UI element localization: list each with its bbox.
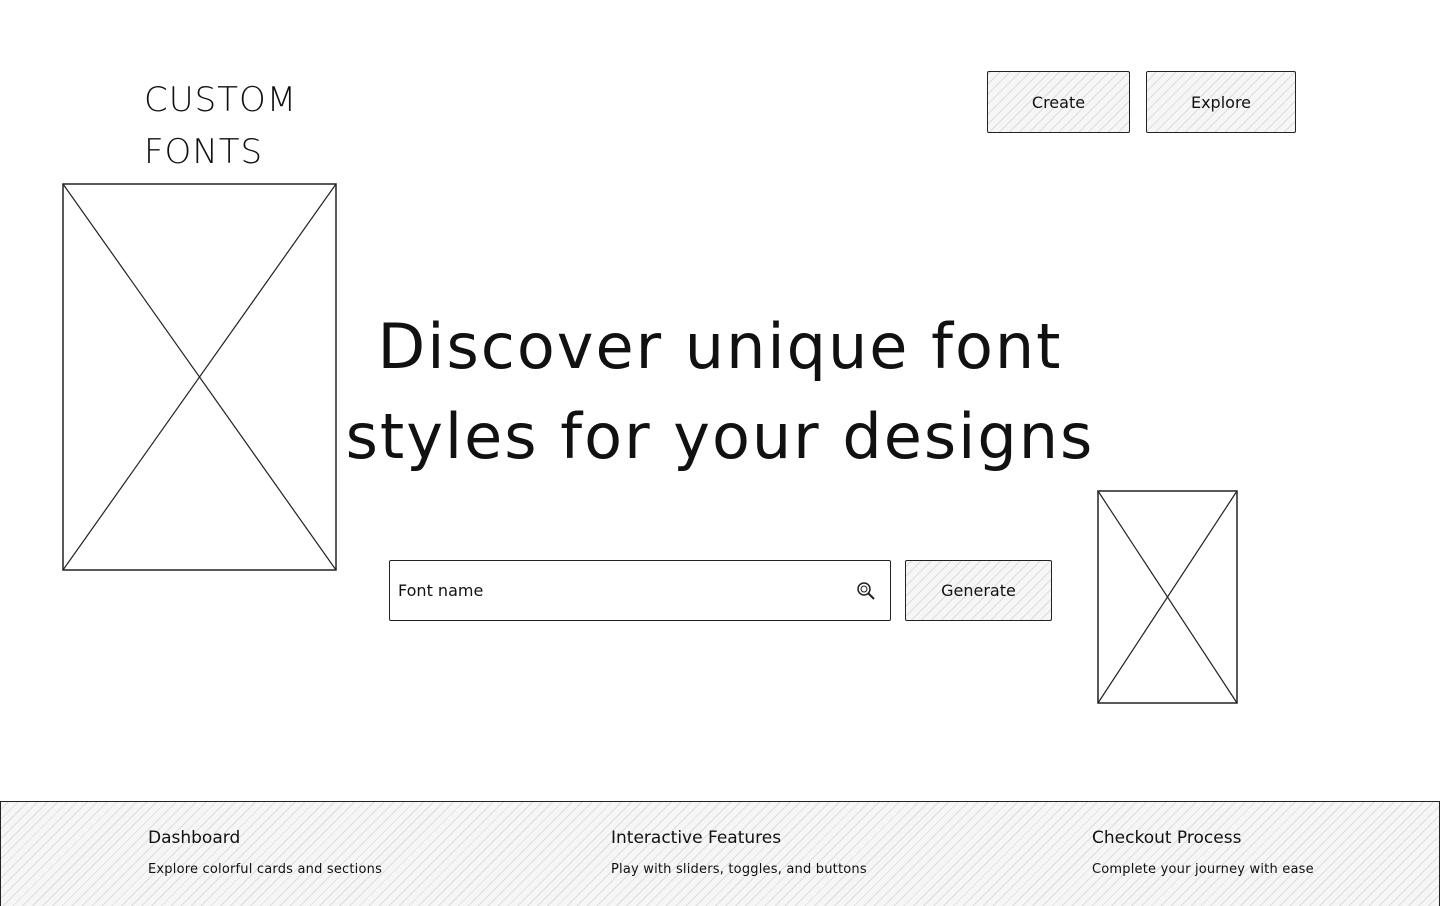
footer: Dashboard Explore colorful cards and sec… [0,801,1440,906]
explore-button[interactable]: Explore [1146,71,1296,133]
hero-heading: Discover unique font styles for your des… [330,302,1110,482]
hero-line-1: Discover unique font [377,310,1063,383]
search-icon[interactable] [856,581,876,601]
page: CUSTOM FONTS Create Explore Discover uni… [0,0,1440,906]
font-name-search[interactable] [389,560,891,621]
footer-item-desc: Complete your journey with ease [1092,862,1314,877]
font-name-input[interactable] [390,560,856,621]
footer-item-interactive-features[interactable]: Interactive Features Play with sliders, … [611,828,867,877]
logo-line-1: CUSTOM [144,80,298,120]
footer-item-title: Checkout Process [1092,828,1242,848]
logo[interactable]: CUSTOM FONTS [144,74,344,178]
image-placeholder-right [1097,490,1238,704]
image-placeholder-icon [62,183,337,571]
footer-item-title: Interactive Features [611,828,782,848]
footer-item-desc: Explore colorful cards and sections [148,862,383,877]
hero-line-2: styles for your designs [345,400,1095,473]
footer-item-dashboard[interactable]: Dashboard Explore colorful cards and sec… [148,828,382,877]
footer-item-title: Dashboard [148,828,241,848]
image-placeholder-icon [1097,490,1238,704]
footer-item-desc: Play with sliders, toggles, and buttons [611,862,867,877]
footer-item-checkout-process[interactable]: Checkout Process Complete your journey w… [1092,828,1314,877]
create-button[interactable]: Create [987,71,1130,133]
image-placeholder-left [62,183,337,571]
logo-line-2: FONTS [144,132,264,172]
generate-button[interactable]: Generate [905,560,1052,621]
